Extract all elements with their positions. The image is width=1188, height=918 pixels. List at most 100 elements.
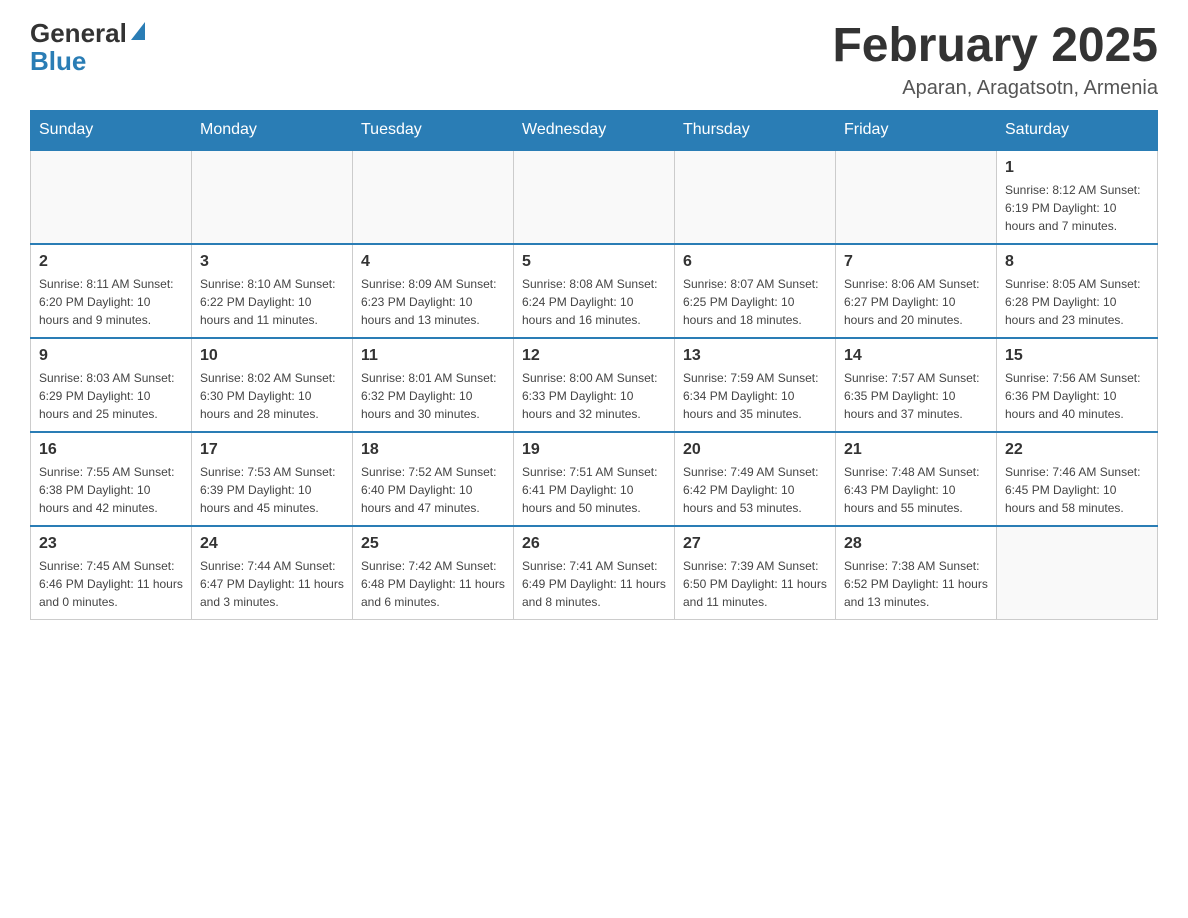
calendar-cell: [353, 150, 514, 244]
day-info: Sunrise: 8:07 AM Sunset: 6:25 PM Dayligh…: [683, 275, 827, 329]
day-info: Sunrise: 8:03 AM Sunset: 6:29 PM Dayligh…: [39, 369, 183, 423]
calendar-cell: [836, 150, 997, 244]
day-number: 26: [522, 535, 666, 553]
calendar-cell: 16Sunrise: 7:55 AM Sunset: 6:38 PM Dayli…: [31, 432, 192, 526]
day-info: Sunrise: 7:38 AM Sunset: 6:52 PM Dayligh…: [844, 557, 988, 611]
day-info: Sunrise: 7:45 AM Sunset: 6:46 PM Dayligh…: [39, 557, 183, 611]
day-info: Sunrise: 8:05 AM Sunset: 6:28 PM Dayligh…: [1005, 275, 1149, 329]
logo: General Blue: [30, 20, 145, 74]
calendar-cell: [31, 150, 192, 244]
day-number: 4: [361, 253, 505, 271]
calendar-cell: 17 Sunrise: 7:53 AM Sunset: 6:39 PM Dayli…: [192, 432, 353, 526]
day-number: 10: [200, 347, 344, 365]
week-row-4: 23 Sunrise: 7:45 AM Sunset: 6:46 PM Dayli…: [31, 526, 1158, 620]
day-info: Sunrise: 8:02 AM Sunset: 6:30 PM Dayligh…: [200, 369, 344, 423]
calendar-cell: 19 Sunrise: 7:51 AM Sunset: 6:41 PM Dayli…: [514, 432, 675, 526]
day-number: 15: [1005, 347, 1149, 365]
day-number: 14: [844, 347, 988, 365]
day-number: 21: [844, 441, 988, 459]
day-number: 24: [200, 535, 344, 553]
day-info: Sunrise: 7:39 AM Sunset: 6:50 PM Dayligh…: [683, 557, 827, 611]
page-header: General Blue February 2025 Aparan, Araga…: [30, 20, 1158, 100]
day-info: Sunrise: 7:57 AM Sunset: 6:35 PM Dayligh…: [844, 369, 988, 423]
week-row-1: 2 Sunrise: 8:11 AM Sunset: 6:20 PM Daylig…: [31, 244, 1158, 338]
day-number: 22: [1005, 441, 1149, 459]
calendar-cell: [675, 150, 836, 244]
day-number: 12: [522, 347, 666, 365]
day-info: Sunrise: 8:06 AM Sunset: 6:27 PM Dayligh…: [844, 275, 988, 329]
day-number: 9: [39, 347, 183, 365]
calendar-cell: 7 Sunrise: 8:06 AM Sunset: 6:27 PM Daylig…: [836, 244, 997, 338]
calendar-cell: 10 Sunrise: 8:02 AM Sunset: 6:30 PM Dayli…: [192, 338, 353, 432]
calendar-cell: 9 Sunrise: 8:03 AM Sunset: 6:29 PM Daylig…: [31, 338, 192, 432]
calendar-cell: 25 Sunrise: 7:42 AM Sunset: 6:48 PM Dayli…: [353, 526, 514, 620]
day-info: Sunrise: 8:10 AM Sunset: 6:22 PM Dayligh…: [200, 275, 344, 329]
day-number: 18: [361, 441, 505, 459]
week-row-0: 1 Sunrise: 8:12 AM Sunset: 6:19 PM Daylig…: [31, 150, 1158, 244]
calendar-cell: 11 Sunrise: 8:01 AM Sunset: 6:32 PM Dayli…: [353, 338, 514, 432]
day-number: 16: [39, 441, 183, 459]
calendar-cell: 6Sunrise: 8:07 AM Sunset: 6:25 PM Daylig…: [675, 244, 836, 338]
day-number: 13: [683, 347, 827, 365]
calendar-cell: 13 Sunrise: 7:59 AM Sunset: 6:34 PM Dayli…: [675, 338, 836, 432]
day-number: 5: [522, 253, 666, 271]
calendar-cell: [192, 150, 353, 244]
calendar-cell: 26 Sunrise: 7:41 AM Sunset: 6:49 PM Dayli…: [514, 526, 675, 620]
day-info: Sunrise: 7:53 AM Sunset: 6:39 PM Dayligh…: [200, 463, 344, 517]
day-number: 28: [844, 535, 988, 553]
day-info: Sunrise: 8:08 AM Sunset: 6:24 PM Dayligh…: [522, 275, 666, 329]
week-row-3: 16Sunrise: 7:55 AM Sunset: 6:38 PM Dayli…: [31, 432, 1158, 526]
calendar-cell: 24Sunrise: 7:44 AM Sunset: 6:47 PM Dayli…: [192, 526, 353, 620]
day-number: 23: [39, 535, 183, 553]
day-number: 19: [522, 441, 666, 459]
calendar-cell: [997, 526, 1158, 620]
calendar-cell: 23 Sunrise: 7:45 AM Sunset: 6:46 PM Dayli…: [31, 526, 192, 620]
day-info: Sunrise: 8:09 AM Sunset: 6:23 PM Dayligh…: [361, 275, 505, 329]
day-number: 7: [844, 253, 988, 271]
calendar-cell: 8 Sunrise: 8:05 AM Sunset: 6:28 PM Daylig…: [997, 244, 1158, 338]
calendar-cell: 18 Sunrise: 7:52 AM Sunset: 6:40 PM Dayli…: [353, 432, 514, 526]
day-info: Sunrise: 8:01 AM Sunset: 6:32 PM Dayligh…: [361, 369, 505, 423]
day-number: 17: [200, 441, 344, 459]
calendar-table: SundayMondayTuesdayWednesdayThursdayFrid…: [30, 110, 1158, 620]
day-info: Sunrise: 8:00 AM Sunset: 6:33 PM Dayligh…: [522, 369, 666, 423]
calendar-header-row: SundayMondayTuesdayWednesdayThursdayFrid…: [31, 110, 1158, 150]
calendar-cell: 3 Sunrise: 8:10 AM Sunset: 6:22 PM Daylig…: [192, 244, 353, 338]
calendar-cell: 28 Sunrise: 7:38 AM Sunset: 6:52 PM Dayli…: [836, 526, 997, 620]
day-info: Sunrise: 7:51 AM Sunset: 6:41 PM Dayligh…: [522, 463, 666, 517]
calendar-cell: [514, 150, 675, 244]
calendar-cell: 2 Sunrise: 8:11 AM Sunset: 6:20 PM Daylig…: [31, 244, 192, 338]
col-header-monday: Monday: [192, 110, 353, 150]
calendar-cell: 21Sunrise: 7:48 AM Sunset: 6:43 PM Dayli…: [836, 432, 997, 526]
day-number: 1: [1005, 159, 1149, 177]
week-row-2: 9 Sunrise: 8:03 AM Sunset: 6:29 PM Daylig…: [31, 338, 1158, 432]
calendar-cell: 4 Sunrise: 8:09 AM Sunset: 6:23 PM Daylig…: [353, 244, 514, 338]
calendar-cell: 12 Sunrise: 8:00 AM Sunset: 6:33 PM Dayli…: [514, 338, 675, 432]
day-info: Sunrise: 7:59 AM Sunset: 6:34 PM Dayligh…: [683, 369, 827, 423]
calendar-subtitle: Aparan, Aragatsotn, Armenia: [832, 77, 1158, 100]
day-number: 8: [1005, 253, 1149, 271]
calendar-cell: 27 Sunrise: 7:39 AM Sunset: 6:50 PM Dayli…: [675, 526, 836, 620]
day-info: Sunrise: 7:42 AM Sunset: 6:48 PM Dayligh…: [361, 557, 505, 611]
col-header-friday: Friday: [836, 110, 997, 150]
day-info: Sunrise: 8:11 AM Sunset: 6:20 PM Dayligh…: [39, 275, 183, 329]
day-number: 3: [200, 253, 344, 271]
calendar-cell: 22Sunrise: 7:46 AM Sunset: 6:45 PM Dayli…: [997, 432, 1158, 526]
col-header-tuesday: Tuesday: [353, 110, 514, 150]
day-number: 11: [361, 347, 505, 365]
calendar-cell: 1 Sunrise: 8:12 AM Sunset: 6:19 PM Daylig…: [997, 150, 1158, 244]
day-info: Sunrise: 7:41 AM Sunset: 6:49 PM Dayligh…: [522, 557, 666, 611]
day-number: 25: [361, 535, 505, 553]
logo-general: General: [30, 20, 145, 46]
calendar-cell: 20Sunrise: 7:49 AM Sunset: 6:42 PM Dayli…: [675, 432, 836, 526]
calendar-cell: 15 Sunrise: 7:56 AM Sunset: 6:36 PM Dayli…: [997, 338, 1158, 432]
logo-blue: Blue: [30, 48, 86, 74]
day-info: Sunrise: 7:52 AM Sunset: 6:40 PM Dayligh…: [361, 463, 505, 517]
day-number: 2: [39, 253, 183, 271]
calendar-cell: 5 Sunrise: 8:08 AM Sunset: 6:24 PM Daylig…: [514, 244, 675, 338]
col-header-wednesday: Wednesday: [514, 110, 675, 150]
title-section: February 2025 Aparan, Aragatsotn, Armeni…: [832, 20, 1158, 100]
day-info: Sunrise: 8:12 AM Sunset: 6:19 PM Dayligh…: [1005, 181, 1149, 235]
day-number: 27: [683, 535, 827, 553]
day-info: Sunrise: 7:56 AM Sunset: 6:36 PM Dayligh…: [1005, 369, 1149, 423]
